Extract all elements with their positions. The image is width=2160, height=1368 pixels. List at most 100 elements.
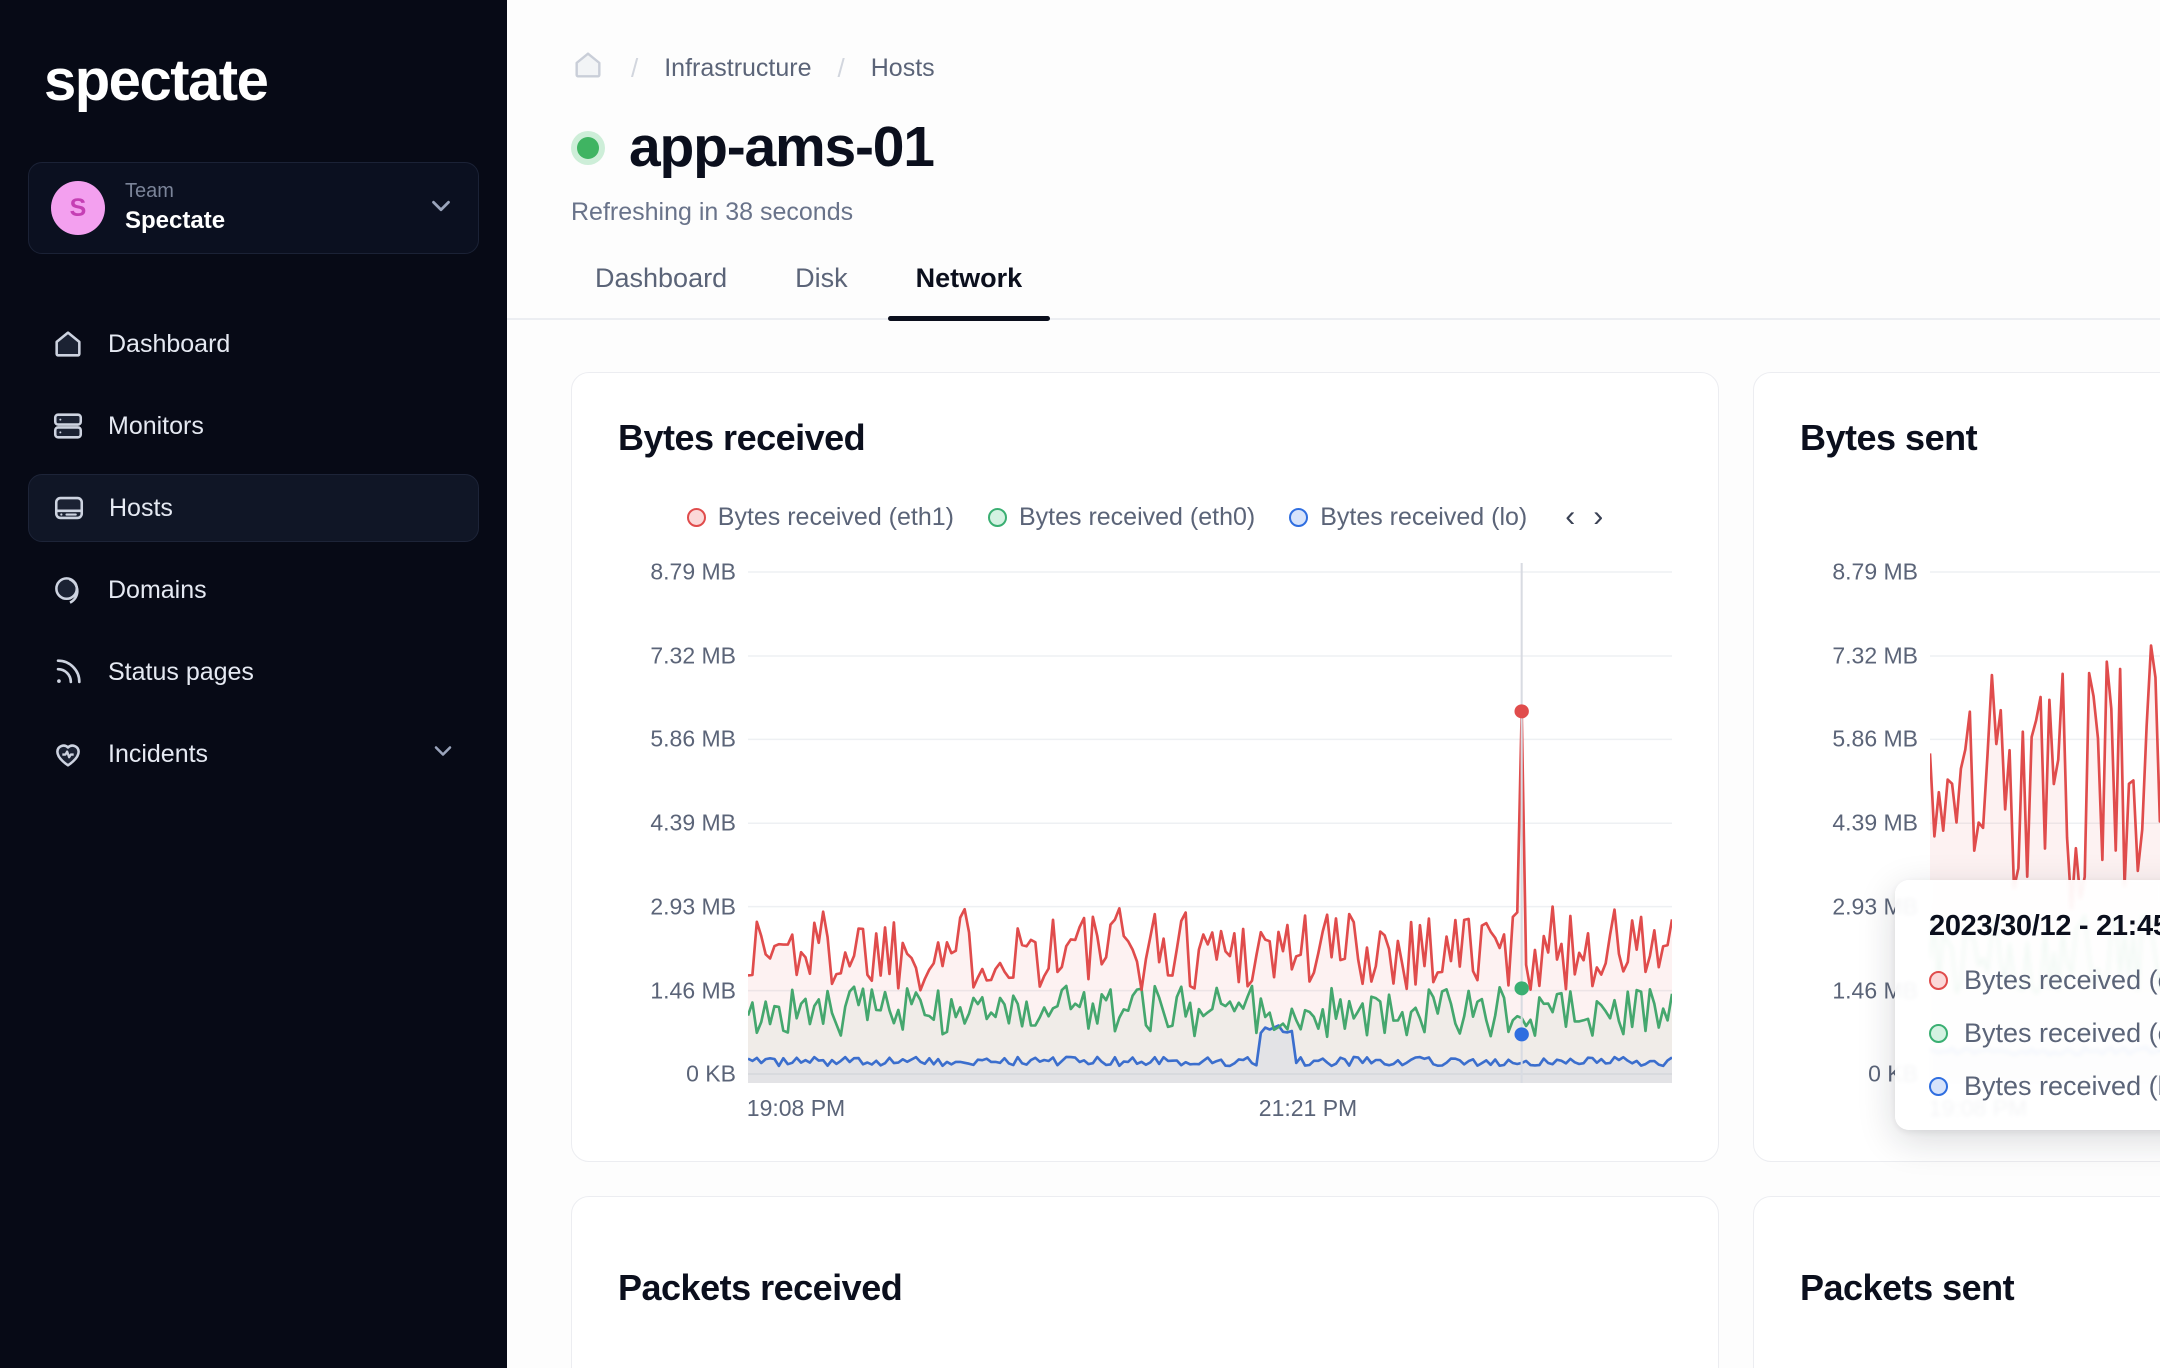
page-title: app-ams-01 xyxy=(629,115,935,179)
chart-legend: Bytes sent (eth1) xyxy=(1800,497,2160,537)
tooltip-dot-icon xyxy=(1929,1077,1948,1096)
tooltip-label: Bytes received (lo) xyxy=(1964,1071,2160,1101)
main-content: / Infrastructure / Hosts app-ams-01 Refr… xyxy=(507,0,2160,1368)
tooltip-label: Bytes received (eth0) xyxy=(1964,1018,2160,1048)
sidebar-item-label: Hosts xyxy=(109,493,173,522)
chart-tooltip: 2023/30/12 - 21:45 Bytes received (eth1)… xyxy=(1895,880,2160,1130)
legend-dot-icon xyxy=(1289,507,1309,527)
sidebar: spectate S Team Spectate Dashboard Monit… xyxy=(0,0,507,1368)
card-title: Bytes received xyxy=(618,417,866,458)
heart-pulse-icon xyxy=(50,736,86,772)
sidebar-item-domains[interactable]: Domains xyxy=(28,556,479,624)
series-area xyxy=(748,711,1672,1083)
sidebar-item-label: Domains xyxy=(108,575,207,604)
sidebar-item-status-pages[interactable]: Status pages xyxy=(28,638,479,706)
card-bytes-received: Bytes received Bytes received (eth1) Byt… xyxy=(571,372,1719,1162)
chart-plot-area: 0 KB 1.46 MB 2.93 MB 4.39 MB 5.86 MB 7.32 MB 8… xyxy=(618,558,1672,1087)
data-point-marker xyxy=(1514,1027,1529,1042)
y-tick-label: 4.39 MB xyxy=(650,809,736,836)
status-dot-icon xyxy=(577,136,599,159)
y-tick-label: 1.46 MB xyxy=(650,977,736,1004)
legend-item-lo[interactable]: Bytes received (lo) xyxy=(1289,503,1527,532)
y-tick-label: 7.32 MB xyxy=(1832,642,1918,669)
legend-next-button[interactable]: › xyxy=(1593,502,1603,532)
legend-label: Bytes received (lo) xyxy=(1320,502,1528,531)
legend-pagination: ‹ › xyxy=(1565,502,1603,532)
tab-disk[interactable]: Disk xyxy=(767,263,876,318)
legend-dot-icon xyxy=(987,507,1007,527)
tooltip-dot-icon xyxy=(1929,971,1948,990)
legend-dot-icon xyxy=(686,507,706,527)
sidebar-item-dashboard[interactable]: Dashboard xyxy=(28,310,479,378)
home-icon xyxy=(50,326,86,362)
legend-label: Bytes received (eth1) xyxy=(717,502,954,531)
y-tick-label: 5.86 MB xyxy=(650,725,736,752)
card-packets-sent: Packets sent xyxy=(1753,1196,2160,1368)
app-root: spectate S Team Spectate Dashboard Monit… xyxy=(0,0,2160,1368)
y-tick-label: 2.93 MB xyxy=(650,893,736,920)
sidebar-item-label: Incidents xyxy=(108,739,209,768)
avatar: S xyxy=(51,181,105,235)
tooltip-row: Bytes received (lo) 694 KB xyxy=(1929,1071,2160,1102)
tooltip-dot-icon xyxy=(1929,1024,1948,1043)
y-tick-label: 8.79 MB xyxy=(1832,558,1918,585)
card-title: Packets sent xyxy=(1800,1267,2015,1308)
server-icon xyxy=(50,408,86,444)
sidebar-nav: Dashboard Monitors Hosts Domains Status … xyxy=(28,310,479,788)
status-badge xyxy=(571,130,605,165)
x-tick-label: 21:21 PM xyxy=(1258,1095,1358,1121)
breadcrumb-item-infrastructure[interactable]: Infrastructure xyxy=(664,54,811,83)
breadcrumb-separator: / xyxy=(631,53,639,83)
team-switcher-name: Spectate xyxy=(125,207,226,235)
tooltip-label: Bytes received (eth1) xyxy=(1964,965,2160,995)
y-tick-label: 8.79 MB xyxy=(650,558,736,585)
tooltip-row: Bytes received (eth0) 1.5 MB xyxy=(1929,1018,2160,1049)
card-title: Packets received xyxy=(618,1267,903,1308)
brand-logo[interactable]: spectate xyxy=(28,0,479,110)
globe-icon xyxy=(50,572,86,608)
sidebar-item-label: Status pages xyxy=(108,657,254,686)
data-point-marker xyxy=(1514,704,1529,719)
team-switcher-text: Team Spectate xyxy=(125,178,426,237)
home-icon[interactable] xyxy=(571,48,605,89)
legend-label: Bytes received (eth0) xyxy=(1018,502,1256,531)
tab-bar: Dashboard Disk Network xyxy=(507,227,2160,321)
legend-item-eth1[interactable]: Bytes received (eth1) xyxy=(686,502,954,532)
sidebar-item-hosts[interactable]: Hosts xyxy=(28,474,479,542)
team-switcher[interactable]: S Team Spectate xyxy=(28,162,479,254)
sidebar-item-label: Dashboard xyxy=(108,329,231,358)
y-tick-label: 4.39 MB xyxy=(1832,809,1918,836)
refresh-status: Refreshing in 38 seconds xyxy=(571,198,854,226)
sidebar-item-incidents[interactable]: Incidents xyxy=(28,720,479,788)
chart-legend: Bytes received (eth1) Bytes received (et… xyxy=(618,497,1672,537)
rss-icon xyxy=(50,654,86,690)
tab-network[interactable]: Network xyxy=(887,263,1051,321)
hard-drive-icon xyxy=(51,490,87,526)
card-title: Bytes sent xyxy=(1800,417,1978,458)
tooltip-timestamp: 2023/30/12 - 21:45 xyxy=(1929,910,2160,942)
y-tick-label: 0 KB xyxy=(686,1060,736,1087)
y-axis: 0 KB 1.46 MB 2.93 MB 4.39 MB 5.86 MB 7.32 MB 8… xyxy=(618,558,748,1086)
page-header: app-ams-01 xyxy=(507,89,2160,176)
x-tick-label: 19:08 PM xyxy=(746,1095,846,1121)
y-tick-label: 5.86 MB xyxy=(1832,725,1918,752)
breadcrumb-separator: / xyxy=(837,53,845,83)
data-point-marker xyxy=(1514,981,1529,996)
team-switcher-label: Team xyxy=(125,180,174,203)
breadcrumb-item-hosts[interactable]: Hosts xyxy=(871,54,935,83)
card-packets-received: Packets received xyxy=(571,1196,1719,1368)
chart-canvas[interactable] xyxy=(748,563,1672,1083)
tooltip-row: Bytes received (eth1) 6.35 MB xyxy=(1929,965,2160,996)
charts-column-left: Bytes received Bytes received (eth1) Byt… xyxy=(571,372,1719,1368)
chevron-down-icon[interactable] xyxy=(429,737,457,772)
sidebar-item-label: Monitors xyxy=(108,411,204,440)
x-axis: 19:08 PM 21:21 PM xyxy=(746,1083,1672,1135)
charts-column-right: Bytes sent Bytes sent (eth1) 0 KB1.46 MB… xyxy=(1753,372,2160,1368)
sidebar-item-monitors[interactable]: Monitors xyxy=(28,392,479,460)
chevron-down-icon[interactable] xyxy=(426,191,456,226)
legend-item-eth0[interactable]: Bytes received (eth0) xyxy=(987,502,1256,532)
charts-grid: Bytes received Bytes received (eth1) Byt… xyxy=(507,320,2160,1368)
tab-dashboard[interactable]: Dashboard xyxy=(567,263,755,318)
chart-svg xyxy=(748,563,1672,1083)
legend-prev-button[interactable]: ‹ xyxy=(1565,502,1575,532)
